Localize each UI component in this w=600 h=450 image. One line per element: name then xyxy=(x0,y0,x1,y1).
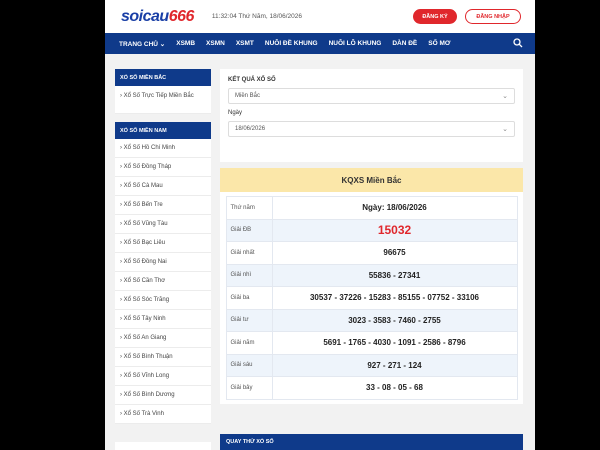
nav-item-so-mo[interactable]: SỐ MƠ xyxy=(428,40,450,47)
lottery-form: KẾT QUẢ XỔ SỐ Miền Bắc ⌄ Ngày 18/06/2026… xyxy=(220,69,523,162)
search-icon[interactable] xyxy=(513,38,523,48)
sidebar-item-vinh-long[interactable]: › Xổ Số Vĩnh Long xyxy=(115,367,211,386)
header: soicau666 11:32:04 Thứ Năm, 18/06/2026 Đ… xyxy=(105,0,535,33)
row-value: 30537 - 37226 - 15283 - 85155 - 07752 - … xyxy=(271,286,518,310)
region-select[interactable]: Miền Bắc ⌄ xyxy=(228,88,515,104)
nav-item-home[interactable]: TRANG CHỦ ⌄ xyxy=(119,40,165,48)
table-row: Giải ba 30537 - 37226 - 15283 - 85155 - … xyxy=(225,286,518,310)
sidebar-mien-nam: XỔ SỐ MIỀN NAM › Xổ Số Hồ Chí Minh › Xổ … xyxy=(115,122,211,424)
sidebar-item-tra-vinh[interactable]: › Xổ Số Trà Vinh xyxy=(115,405,211,424)
row-value-date: Ngày: 18/06/2026 xyxy=(271,196,518,220)
section-title-quay-thu: QUAY THỬ XỔ SỐ xyxy=(220,434,523,450)
row-label: Giải nhì xyxy=(225,263,273,287)
row-label: Giải tư xyxy=(225,308,273,332)
register-button[interactable]: ĐĂNG KÝ xyxy=(413,9,457,24)
row-label: Thứ năm xyxy=(225,196,273,220)
sidebar-item-truc-tiep-mien-bac[interactable]: › Xổ Số Trực Tiếp Miền Bắc xyxy=(115,86,211,114)
row-value: 927 - 271 - 124 xyxy=(271,353,518,377)
row-label: Giải ba xyxy=(225,286,273,310)
form-title: KẾT QUẢ XỔ SỐ xyxy=(228,77,276,83)
logo[interactable]: soicau666 xyxy=(121,8,194,26)
table-row: Giải năm 5691 - 1765 - 4030 - 1091 - 258… xyxy=(225,331,518,355)
row-label: Giải năm xyxy=(225,331,273,355)
table-row: Giải nhì 55836 - 27341 xyxy=(225,263,518,287)
date-select-value: 18/06/2026 xyxy=(235,126,266,132)
nav-item-dan-de[interactable]: DÀN ĐỀ xyxy=(392,40,417,47)
header-datetime: 11:32:04 Thứ Năm, 18/06/2026 xyxy=(211,13,303,20)
table-row: Giải nhất 96675 xyxy=(225,241,518,265)
row-label: Giải bảy xyxy=(225,376,273,400)
date-label: Ngày xyxy=(228,110,243,116)
table-row: Giải sáu 927 - 271 - 124 xyxy=(225,353,518,377)
table-row: Giải bảy 33 - 08 - 05 - 68 xyxy=(225,376,518,400)
result-heading: KQXS Miền Bắc xyxy=(220,168,523,192)
nav-item-nuoi-lo-khung[interactable]: NUÔI LÔ KHUNG xyxy=(329,40,382,47)
row-value: 5691 - 1765 - 4030 - 1091 - 2586 - 8796 xyxy=(271,331,518,355)
nav-item-xsmn[interactable]: XSMN xyxy=(206,40,225,47)
sidebar-item-vung-tau[interactable]: › Xổ Số Vũng Tàu xyxy=(115,215,211,234)
row-value: 3023 - 3583 - 7460 - 2755 xyxy=(271,308,518,332)
nav-item-xsmt[interactable]: XSMT xyxy=(236,40,254,47)
row-label: Giải nhất xyxy=(225,241,273,265)
row-value: 96675 xyxy=(271,241,518,265)
sidebar: XỔ SỐ MIỀN BẮC › Xổ Số Trực Tiếp Miền Bắ… xyxy=(115,69,211,432)
logo-main: soicau xyxy=(121,7,169,25)
nav-item-nuoi-de-khung[interactable]: NUÔI ĐỀ KHUNG xyxy=(265,40,318,47)
main-content: KẾT QUẢ XỔ SỐ Miền Bắc ⌄ Ngày 18/06/2026… xyxy=(220,69,523,404)
sidebar-title-mien-bac: XỔ SỐ MIỀN BẮC xyxy=(115,69,211,86)
sidebar-item-binh-thuan[interactable]: › Xổ Số Bình Thuận xyxy=(115,348,211,367)
page: soicau666 11:32:04 Thứ Năm, 18/06/2026 Đ… xyxy=(105,0,535,450)
row-label: Giải ĐB xyxy=(225,218,273,242)
login-button[interactable]: ĐĂNG NHẬP xyxy=(465,9,521,24)
logo-accent: 666 xyxy=(168,7,195,25)
sidebar-item-tay-ninh[interactable]: › Xổ Số Tây Ninh xyxy=(115,310,211,329)
sidebar-item-an-giang[interactable]: › Xổ Số An Giang xyxy=(115,329,211,348)
sidebar-mien-bac: XỔ SỐ MIỀN BẮC › Xổ Số Trực Tiếp Miền Bắ… xyxy=(115,69,211,114)
row-value-special-prize: 15032 xyxy=(271,218,518,242)
table-row: Giải tư 3023 - 3583 - 7460 - 2755 xyxy=(225,308,518,332)
sidebar-item-binh-duong[interactable]: › Xổ Số Bình Dương xyxy=(115,386,211,405)
sidebar-item-can-tho[interactable]: › Xổ Số Cần Thơ xyxy=(115,272,211,291)
main-nav: TRANG CHỦ ⌄ XSMB XSMN XSMT NUÔI ĐỀ KHUNG… xyxy=(105,33,535,54)
row-value: 33 - 08 - 05 - 68 xyxy=(271,376,518,400)
result-panel: KQXS Miền Bắc Thứ năm Ngày: 18/06/2026 G… xyxy=(220,168,523,404)
sidebar-title-mien-nam: XỔ SỐ MIỀN NAM xyxy=(115,122,211,139)
nav-item-xsmb[interactable]: XSMB xyxy=(176,40,195,47)
sidebar-item-ben-tre[interactable]: › Xổ Số Bến Tre xyxy=(115,196,211,215)
table-row: Thứ năm Ngày: 18/06/2026 xyxy=(225,196,518,220)
table-row: Giải ĐB 15032 xyxy=(225,218,518,242)
sidebar-item-bac-lieu[interactable]: › Xổ Số Bạc Liêu xyxy=(115,234,211,253)
chevron-down-icon: ⌄ xyxy=(502,126,508,133)
row-value: 55836 - 27341 xyxy=(271,263,518,287)
sidebar-item-soc-trang[interactable]: › Xổ Số Sóc Trăng xyxy=(115,291,211,310)
row-label: Giải sáu xyxy=(225,353,273,377)
sidebar-item-dong-nai[interactable]: › Xổ Số Đồng Nai xyxy=(115,253,211,272)
sidebar-item-ca-mau[interactable]: › Xổ Số Cà Mau xyxy=(115,177,211,196)
date-select[interactable]: 18/06/2026 ⌄ xyxy=(228,121,515,137)
sidebar-bottom-box xyxy=(115,442,211,450)
region-select-value: Miền Bắc xyxy=(235,93,261,99)
result-table: Thứ năm Ngày: 18/06/2026 Giải ĐB 15032 G… xyxy=(225,196,518,400)
sidebar-item-ho-chi-minh[interactable]: › Xổ Số Hồ Chí Minh xyxy=(115,139,211,158)
sidebar-item-dong-thap[interactable]: › Xổ Số Đồng Tháp xyxy=(115,158,211,177)
chevron-down-icon: ⌄ xyxy=(502,93,508,100)
